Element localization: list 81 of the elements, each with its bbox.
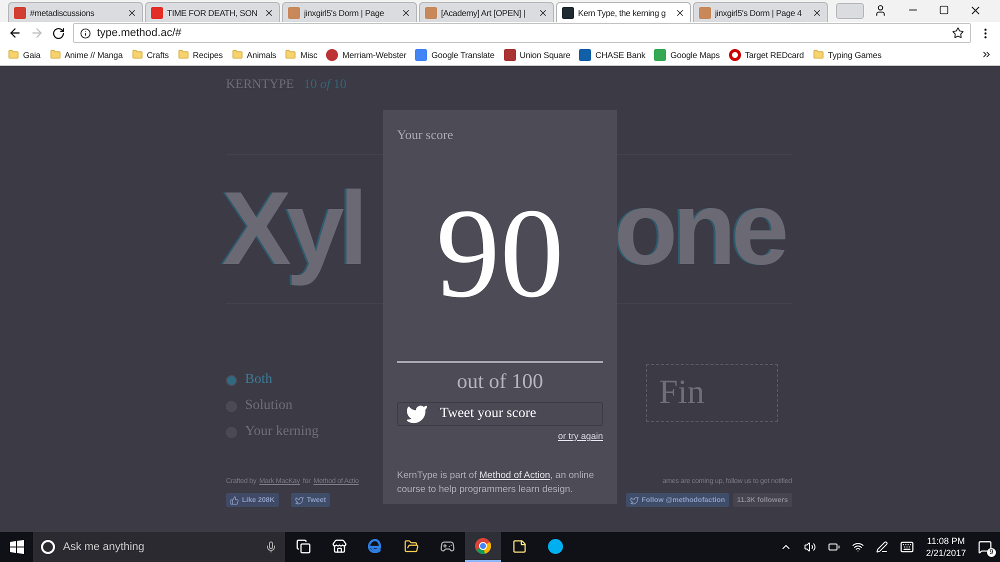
favicon-icon <box>151 6 163 18</box>
bookmark-item[interactable]: Crafts <box>132 49 169 60</box>
folder-icon <box>232 49 243 60</box>
keyboard-icon[interactable] <box>900 540 914 554</box>
clock[interactable]: 11:08 PM 2/21/2017 <box>926 535 966 559</box>
bookmark-item[interactable]: Animals <box>232 49 276 60</box>
microphone-icon[interactable] <box>265 541 277 553</box>
browser-tab[interactable]: [Academy] Art [OPEN] | <box>419 2 554 22</box>
circle-logo-icon <box>326 48 338 60</box>
favicon-icon <box>562 6 574 18</box>
close-icon[interactable] <box>538 8 548 18</box>
folder-icon <box>178 49 189 60</box>
score-label: Your score <box>397 127 454 143</box>
try-again-link[interactable]: or try again <box>558 431 603 441</box>
about-text: KernType is part of Method of Action, an online course to help programmers learn design. <box>397 469 595 497</box>
bookmark-item[interactable]: Google Maps <box>654 48 720 60</box>
bird-icon <box>406 403 428 425</box>
bookmark-item[interactable]: Recipes <box>178 49 223 60</box>
windows-logo-icon[interactable] <box>10 540 24 554</box>
bookmark-item[interactable]: Target REDcard <box>728 48 804 60</box>
bookmark-item[interactable]: Gaia <box>8 49 41 60</box>
taskbar-app[interactable] <box>465 532 501 562</box>
bookmark-item[interactable]: Typing Games <box>812 49 882 60</box>
folder-icon <box>50 49 61 60</box>
store-icon <box>332 538 346 554</box>
close-icon[interactable] <box>675 8 685 18</box>
browser-tab[interactable]: TIME FOR DEATH, SON <box>145 2 280 22</box>
course-link[interactable]: Method of Action <box>479 470 550 481</box>
star-icon[interactable] <box>952 27 964 39</box>
folder-icon <box>285 49 296 60</box>
bookmark-item[interactable]: Anime // Manga <box>50 49 123 60</box>
bird-icon <box>630 496 639 504</box>
sticky-note-icon <box>512 538 526 554</box>
browser-tab[interactable]: jinxgirl5's Dorm | Page 4 <box>693 2 828 22</box>
bookmark-item[interactable]: Misc <box>285 49 318 60</box>
task-view-icon <box>296 538 310 554</box>
score-value: 90 <box>435 189 565 317</box>
notifications-icon[interactable] <box>978 540 992 554</box>
browser-e-icon <box>368 539 382 553</box>
close-icon[interactable] <box>264 8 274 18</box>
folder-icon <box>132 49 143 60</box>
close-icon[interactable] <box>127 8 137 18</box>
user-icon[interactable] <box>874 4 887 16</box>
thumbs-up-icon <box>230 496 239 504</box>
battery-icon[interactable] <box>828 541 840 553</box>
bookmark-item[interactable]: Union Square <box>504 48 570 60</box>
close-icon[interactable] <box>969 4 982 16</box>
site-icon <box>504 48 516 60</box>
bookmark-item[interactable]: CHASE Bank <box>579 48 646 60</box>
speaker-icon[interactable] <box>804 541 816 553</box>
search-field[interactable]: Ask me anything <box>33 532 285 562</box>
folder-icon <box>812 49 824 60</box>
browser-tab[interactable]: jinxgirl5's Dorm | Page <box>282 2 417 22</box>
browser-tab[interactable]: Kern Type, the kerning g <box>556 2 691 22</box>
score-total: out of 100 <box>397 361 603 394</box>
pen-icon[interactable] <box>876 541 888 553</box>
bird-icon <box>294 496 304 504</box>
folder-icon <box>8 49 19 60</box>
browser-tab[interactable]: #metadiscussions <box>8 2 143 22</box>
reload-icon[interactable] <box>52 26 65 40</box>
address-bar[interactable]: type.method.ac/# <box>73 23 971 43</box>
favicon-icon <box>14 6 26 18</box>
favicon-icon <box>425 6 437 18</box>
tweet-score-button[interactable]: Tweet your score <box>397 402 603 426</box>
chrome-icon <box>475 538 491 554</box>
target-icon <box>728 48 741 60</box>
favicon-icon <box>288 6 300 18</box>
bookmark-item[interactable]: Merriam-Webster <box>326 48 406 60</box>
maximize-icon[interactable] <box>939 5 949 15</box>
close-icon[interactable] <box>812 8 822 18</box>
bookmark-item[interactable]: Google Translate <box>415 48 495 60</box>
more-bookmarks-icon[interactable] <box>981 49 992 60</box>
cortana-ring-icon <box>41 540 55 554</box>
info-icon <box>80 28 91 38</box>
favicon-icon <box>699 6 711 18</box>
back-icon[interactable] <box>8 26 22 40</box>
option-label: Both <box>245 372 272 388</box>
folder-icon <box>404 538 418 554</box>
gamepad-icon <box>440 538 454 554</box>
radio-button[interactable] <box>226 374 237 386</box>
close-icon[interactable] <box>401 8 411 18</box>
